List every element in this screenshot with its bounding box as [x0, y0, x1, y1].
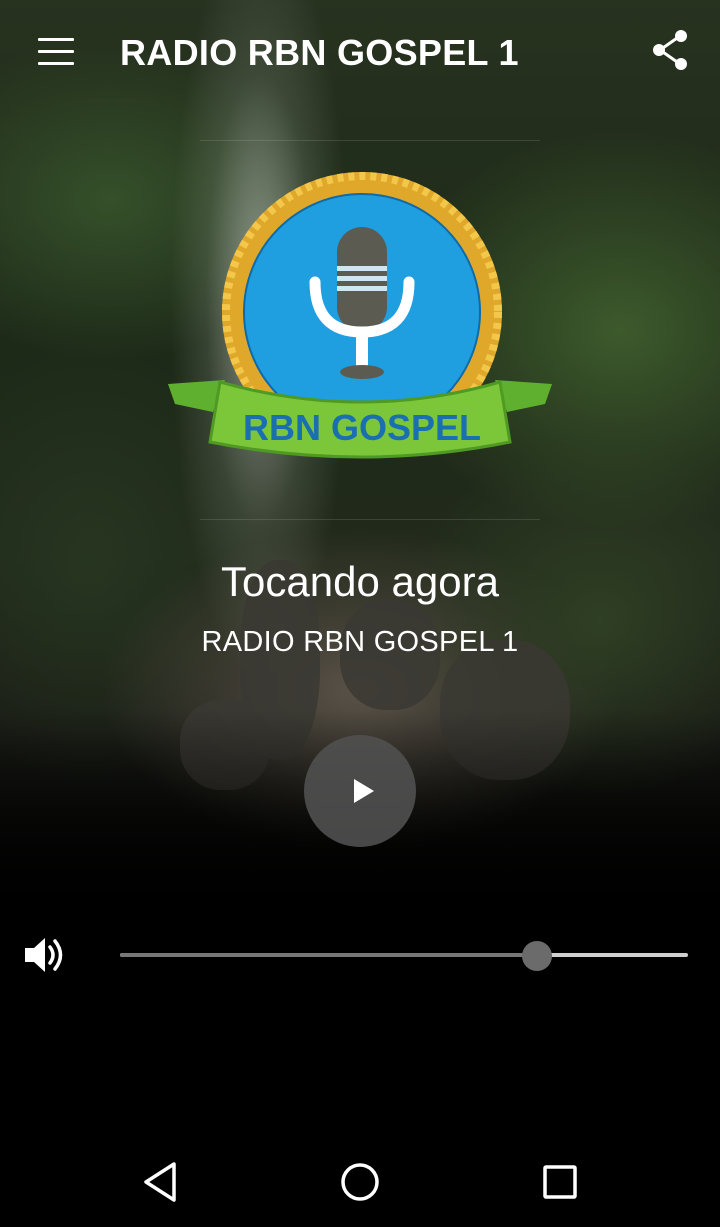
logo-banner-text: RBN GOSPEL	[243, 407, 481, 448]
share-icon	[653, 30, 687, 70]
play-icon	[354, 779, 374, 803]
volume-track-fill	[120, 953, 538, 957]
rock-shape	[440, 640, 570, 780]
home-circle-icon	[341, 1163, 379, 1201]
system-navigation-bar	[0, 1130, 720, 1227]
recents-square-icon	[543, 1165, 577, 1199]
recents-button[interactable]	[532, 1154, 588, 1210]
play-button[interactable]	[304, 735, 416, 847]
home-button[interactable]	[332, 1154, 388, 1210]
station-logo: RBN GOSPEL	[168, 172, 552, 459]
app-bar: RADIO RBN GOSPEL 1	[0, 0, 720, 104]
volume-slider[interactable]	[120, 938, 688, 972]
volume-thumb[interactable]	[522, 941, 553, 971]
rock-shape	[180, 700, 270, 790]
back-button[interactable]	[132, 1154, 188, 1210]
station-name: RADIO RBN GOSPEL 1	[201, 626, 519, 658]
back-triangle-icon	[144, 1162, 176, 1202]
now-playing-label: Tocando agora	[221, 558, 499, 605]
share-button[interactable]	[648, 26, 696, 74]
app-title: RADIO RBN GOSPEL 1	[120, 32, 519, 73]
volume-up-icon[interactable]	[22, 933, 68, 977]
menu-button[interactable]	[28, 30, 84, 74]
